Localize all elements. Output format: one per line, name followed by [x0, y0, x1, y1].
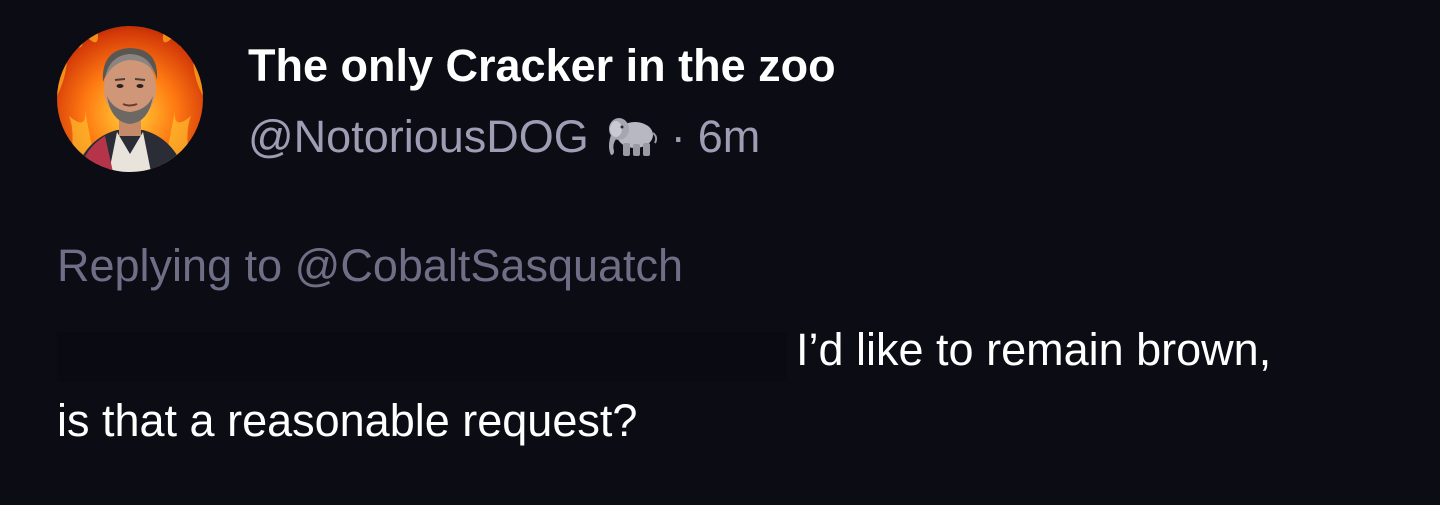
display-name[interactable]: The only Cracker in the zoo — [248, 40, 836, 92]
redacted-text-block — [57, 332, 787, 382]
elephant-icon — [605, 115, 659, 159]
replying-to: Replying to @CobaltSasquatch — [57, 240, 683, 292]
avatar[interactable] — [57, 26, 203, 172]
author-handle[interactable]: @NotoriousDOG — [248, 111, 589, 163]
avatar-image — [57, 26, 203, 172]
post-body-line-1: I’d like to remain brown, — [796, 324, 1272, 375]
replying-to-label: Replying to — [57, 240, 283, 291]
author-meta: @NotoriousDOG · 6m — [248, 110, 760, 164]
reply-target-handle[interactable]: @CobaltSasquatch — [295, 240, 683, 291]
post-timestamp[interactable]: 6m — [698, 111, 761, 163]
meta-separator: · — [670, 111, 686, 162]
post-container: The only Cracker in the zoo @NotoriousDO… — [0, 0, 1440, 505]
post-body-line-2: is that a reasonable request? — [57, 395, 638, 446]
